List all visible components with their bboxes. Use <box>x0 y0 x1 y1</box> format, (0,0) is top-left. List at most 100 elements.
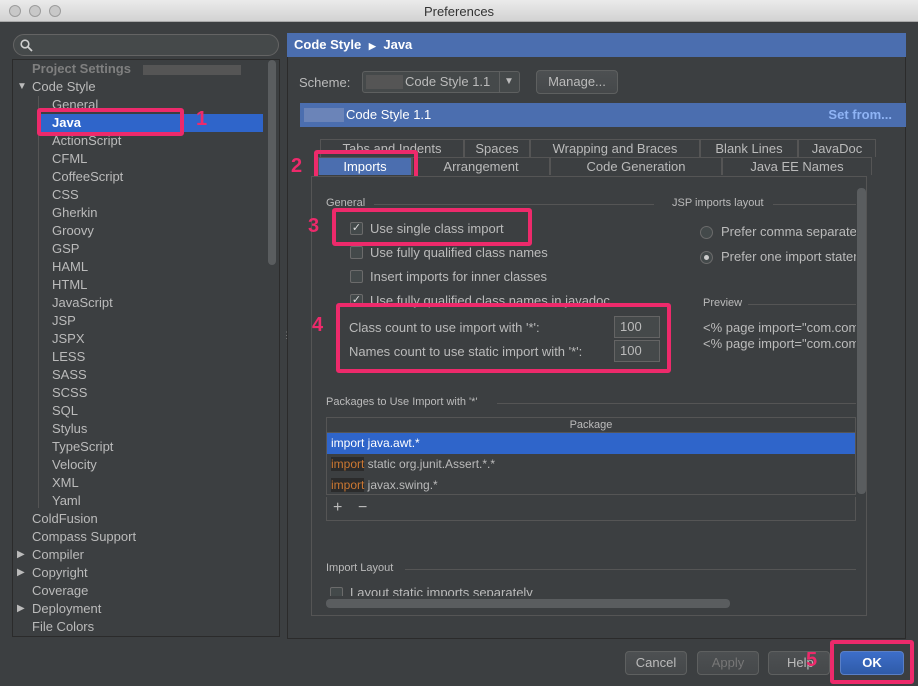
tab-wrapping-and-braces[interactable]: Wrapping and Braces <box>530 139 700 157</box>
sidebar-item-coverage[interactable]: Coverage <box>32 582 88 600</box>
sidebar-item-compiler[interactable]: Compiler <box>32 546 84 564</box>
jsp-section-title: JSP imports layout <box>672 197 764 209</box>
comma-separated-label: Prefer comma separated import list <box>721 224 856 239</box>
tab-spaces[interactable]: Spaces <box>464 139 530 157</box>
one-import-radio[interactable] <box>700 251 713 264</box>
tab-java-ee-names[interactable]: Java EE Names <box>722 157 872 175</box>
sidebar-item-scss[interactable]: SCSS <box>52 384 87 402</box>
table-row[interactable]: import java.awt.* <box>327 433 855 454</box>
sidebar-item-coffeescript[interactable]: CoffeeScript <box>52 168 123 186</box>
import-layout-title: Import Layout <box>326 562 394 574</box>
copyright-expand-icon[interactable]: ▶ <box>17 564 25 582</box>
set-from-link[interactable]: Set from... <box>828 103 892 127</box>
annotation-highlight-counts <box>336 303 671 373</box>
annotation-badge-3: 3 <box>308 215 320 237</box>
scheme-label: Scheme: <box>299 75 351 90</box>
project-name-redacted <box>143 65 241 75</box>
tab-code-generation[interactable]: Code Generation <box>550 157 722 175</box>
scheme-prefix-redacted <box>366 75 403 89</box>
sidebar-item-coldfusion[interactable]: ColdFusion <box>32 510 98 528</box>
package-column-header[interactable]: Package <box>327 418 855 433</box>
sidebar-item-groovy[interactable]: Groovy <box>52 222 94 240</box>
breadcrumb: Code Style ▶ Java <box>287 33 906 57</box>
sidebar-item-sass[interactable]: SASS <box>52 366 87 384</box>
scheme-header-redacted <box>304 108 344 122</box>
sidebar-item-typescript[interactable]: TypeScript <box>52 438 113 456</box>
sidebar-item-javascript[interactable]: JavaScript <box>52 294 113 312</box>
table-toolbar: + − <box>326 497 856 521</box>
sidebar-item-jspx[interactable]: JSPX <box>52 330 85 348</box>
sidebar-item-yaml[interactable]: Yaml <box>52 492 81 510</box>
packages-section-title: Packages to Use Import with '*' <box>326 396 478 408</box>
table-row[interactable]: import javax.swing.* <box>327 475 855 496</box>
inner-class-imports-checkbox[interactable] <box>350 270 363 283</box>
add-package-button[interactable]: + <box>333 499 342 517</box>
scheme-header-title: Code Style 1.1 <box>346 107 432 122</box>
breadcrumb-arrow-icon: ▶ <box>368 41 376 51</box>
one-import-label: Prefer one import statement per page dir… <box>721 249 856 264</box>
breadcrumb-code-style: Code Style <box>294 37 362 52</box>
title-bar: Preferences <box>0 0 918 22</box>
sidebar-item-haml[interactable]: HAML <box>52 258 88 276</box>
sidebar-item-html[interactable]: HTML <box>52 276 87 294</box>
code-style-expand-icon[interactable]: ▼ <box>17 78 31 96</box>
annotation-highlight-single-class <box>332 208 532 246</box>
sidebar-item-cfml[interactable]: CFML <box>52 150 87 168</box>
window-title: Preferences <box>423 4 495 19</box>
chevron-down-icon: ▼ <box>504 76 514 87</box>
sidebar-scrollbar[interactable] <box>268 60 276 265</box>
sidebar-item-file-colors[interactable]: File Colors <box>32 618 94 636</box>
sidebar-item-deployment[interactable]: Deployment <box>32 600 101 618</box>
apply-button[interactable]: Apply <box>697 651 759 675</box>
annotation-highlight-ok <box>830 640 914 684</box>
sidebar-item-css[interactable]: CSS <box>52 186 79 204</box>
comma-separated-radio[interactable] <box>700 226 713 239</box>
sidebar-item-copyright[interactable]: Copyright <box>32 564 88 582</box>
layout-static-row: Layout static imports separately <box>312 584 866 596</box>
sidebar-item-gsp[interactable]: GSP <box>52 240 79 258</box>
annotation-badge-2: 2 <box>291 155 303 177</box>
sidebar-item-less[interactable]: LESS <box>52 348 85 366</box>
table-row[interactable]: import static org.junit.Assert.*.* <box>327 454 855 475</box>
sidebar-item-jsp[interactable]: JSP <box>52 312 76 330</box>
tab-blank-lines[interactable]: Blank Lines <box>700 139 798 157</box>
sidebar-item-velocity[interactable]: Velocity <box>52 456 97 474</box>
packages-table[interactable]: Package import java.awt.* import static … <box>326 417 856 495</box>
deployment-expand-icon[interactable]: ▶ <box>17 600 25 618</box>
preview-title: Preview <box>703 297 743 309</box>
preview-line-1: <% page import="com.company.Bar"%> <box>703 320 856 335</box>
sidebar-item-code-style[interactable]: Code Style <box>32 78 96 96</box>
annotation-badge-4: 4 <box>312 314 324 336</box>
scheme-value: Code Style 1.1 <box>405 74 491 89</box>
project-settings-header: Project Settings <box>32 61 131 76</box>
tab-javadoc[interactable]: JavaDoc <box>798 139 876 157</box>
breadcrumb-java: Java <box>383 37 413 52</box>
remove-package-button[interactable]: − <box>358 499 367 517</box>
cancel-button[interactable]: Cancel <box>625 651 687 675</box>
annotation-badge-1: 1 <box>196 108 208 130</box>
sidebar-item-xml[interactable]: XML <box>52 474 79 492</box>
scheme-combo[interactable]: Code Style 1.1 ▼ <box>362 71 520 93</box>
splitter-handle[interactable]: ⋮ <box>282 330 291 340</box>
compiler-expand-icon[interactable]: ▶ <box>17 546 25 564</box>
settings-tree[interactable]: Project Settings ▼ Code Style General Ja… <box>12 59 280 637</box>
scheme-header: Code Style 1.1 Set from... <box>300 103 906 127</box>
tree-guide-line <box>38 96 39 508</box>
sidebar-item-stylus[interactable]: Stylus <box>52 420 87 438</box>
sidebar-item-gherkin[interactable]: Gherkin <box>52 204 98 222</box>
help-button[interactable]: Help <box>768 651 830 675</box>
settings-search-input[interactable] <box>13 34 279 56</box>
search-icon <box>20 39 33 52</box>
panel-horizontal-scrollbar[interactable] <box>326 599 730 608</box>
fully-qualified-names-checkbox[interactable] <box>350 246 363 259</box>
annotation-badge-5: 5 <box>806 649 818 671</box>
preview-line-2: <% page import="com.company.Foo"%> <box>703 336 856 351</box>
sidebar-item-sql[interactable]: SQL <box>52 402 78 420</box>
tab-arrangement[interactable]: Arrangement <box>412 157 550 175</box>
layout-static-separately-checkbox[interactable] <box>330 587 343 596</box>
annotation-highlight-java <box>37 108 184 136</box>
sidebar-item-compass-support[interactable]: Compass Support <box>32 528 136 546</box>
inner-class-imports-label: Insert imports for inner classes <box>370 269 548 284</box>
panel-vertical-scrollbar[interactable] <box>857 188 866 494</box>
manage-button[interactable]: Manage... <box>536 70 618 94</box>
